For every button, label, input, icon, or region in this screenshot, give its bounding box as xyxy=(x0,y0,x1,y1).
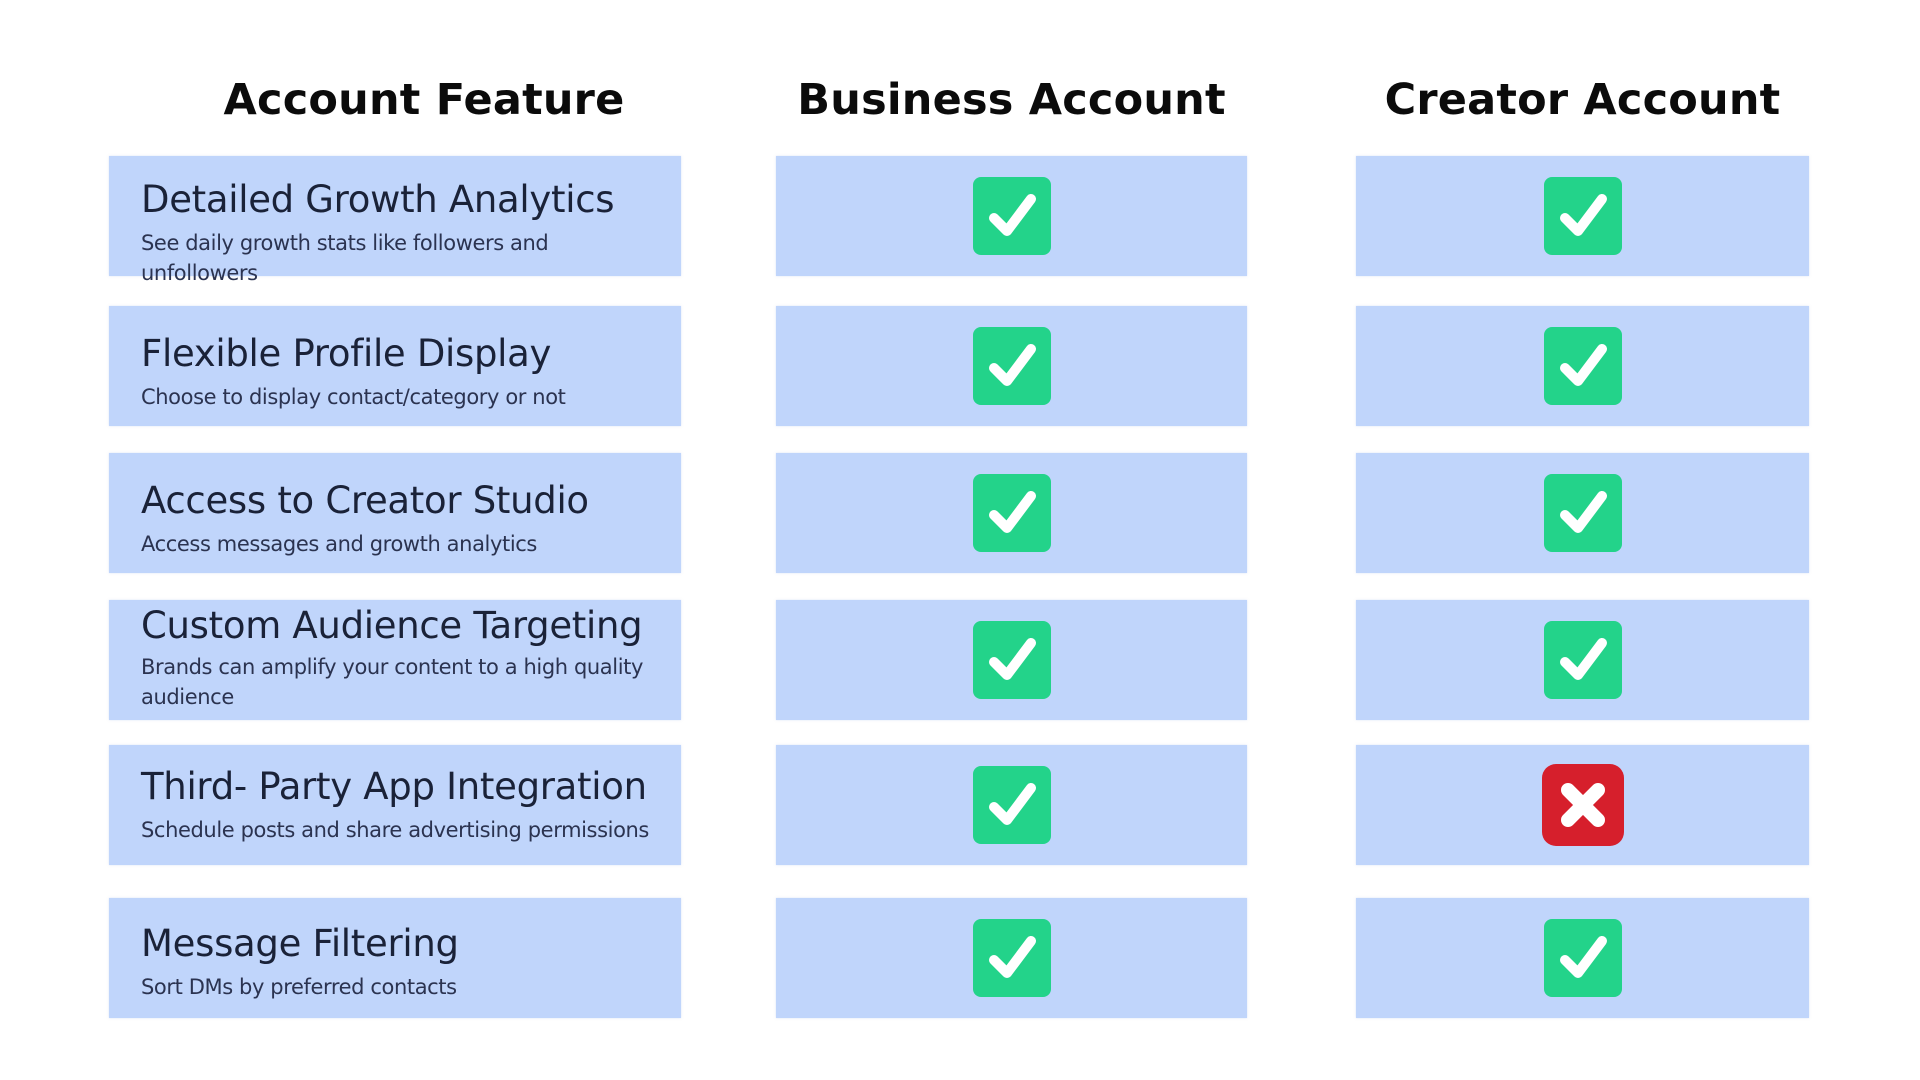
check-icon xyxy=(1543,327,1622,405)
creator-account-cell xyxy=(1356,453,1809,573)
check-icon xyxy=(1543,621,1622,699)
check-icon xyxy=(972,327,1051,405)
feature-description: See daily growth stats like followers an… xyxy=(141,231,549,285)
feature-description: Choose to display contact/category or no… xyxy=(141,385,566,409)
check-icon xyxy=(972,766,1051,844)
business-account-cell xyxy=(776,306,1247,426)
business-account-cell xyxy=(776,898,1247,1018)
business-account-cell xyxy=(776,453,1247,573)
feature-description: Access messages and growth analytics xyxy=(141,532,537,556)
creator-account-cell xyxy=(1356,745,1809,865)
check-icon xyxy=(1543,474,1622,552)
cross-icon xyxy=(1541,764,1624,846)
header-account-feature: Account Feature xyxy=(223,75,625,125)
feature-cell: Detailed Growth Analytics See daily growt… xyxy=(109,156,681,285)
header-creator-account: Creator Account xyxy=(1384,75,1781,125)
feature-cell: Access to Creator Studio Access messages … xyxy=(109,453,681,573)
business-account-cell xyxy=(776,745,1247,865)
business-account-cell xyxy=(776,600,1247,720)
feature-description: Brands can amplify your content to a hig… xyxy=(141,655,643,709)
business-account-cell xyxy=(776,156,1247,276)
feature-title: Access to Creator Studio xyxy=(141,479,589,522)
feature-title: Flexible Profile Display xyxy=(141,332,552,375)
header-business-account: Business Account xyxy=(797,75,1226,125)
feature-title: Message Filtering xyxy=(141,922,459,965)
feature-title: Custom Audience Targeting xyxy=(141,604,643,647)
feature-description: Schedule posts and share advertising per… xyxy=(141,818,649,842)
feature-cell: Third- Party App Integration Schedule pos… xyxy=(109,745,681,865)
check-icon xyxy=(972,177,1051,255)
check-icon xyxy=(1543,177,1622,255)
check-icon xyxy=(972,621,1051,699)
feature-title: Detailed Growth Analytics xyxy=(141,178,615,221)
creator-account-cell xyxy=(1356,156,1809,276)
feature-cell: Message Filtering Sort DMs by preferred c… xyxy=(109,898,681,1018)
check-icon xyxy=(972,474,1051,552)
feature-description: Sort DMs by preferred contacts xyxy=(141,975,457,999)
feature-title: Third- Party App Integration xyxy=(141,765,647,808)
check-icon xyxy=(1543,919,1622,997)
creator-account-cell xyxy=(1356,306,1809,426)
check-icon xyxy=(972,919,1051,997)
creator-account-cell xyxy=(1356,600,1809,720)
feature-cell: Flexible Profile Display Choose to displa… xyxy=(109,306,681,426)
feature-cell: Custom Audience Targeting Brands can ampl… xyxy=(109,600,681,720)
creator-account-cell xyxy=(1356,898,1809,1018)
